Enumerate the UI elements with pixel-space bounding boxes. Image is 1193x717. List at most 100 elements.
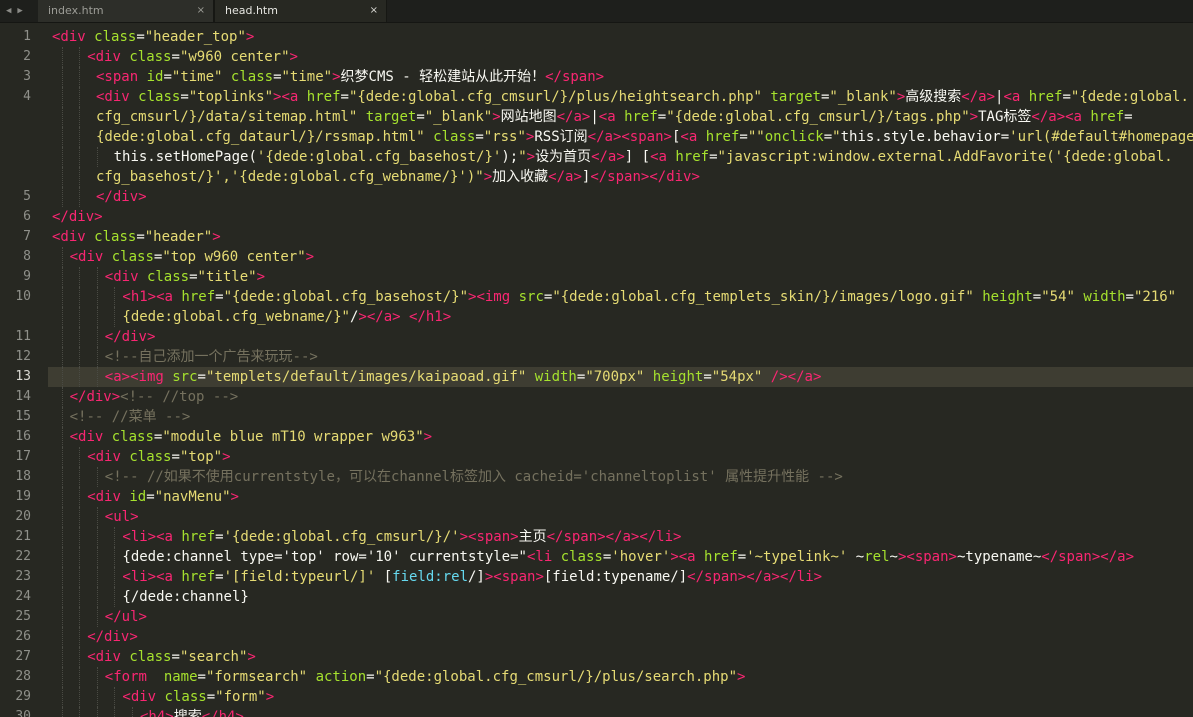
code-line[interactable]: <div class="form"> bbox=[122, 687, 274, 707]
code-token: > bbox=[212, 229, 221, 245]
tab-head-htm[interactable]: head.htm × bbox=[214, 0, 387, 22]
code-line[interactable]: cfg_cmsurl/}/data/sitemap.html" target="… bbox=[96, 107, 1133, 127]
code-line[interactable]: <div class="title"> bbox=[105, 267, 265, 287]
indent-guide bbox=[61, 687, 63, 707]
code-line[interactable]: {dede:channel type='top' row='10' curren… bbox=[122, 547, 1134, 567]
indent-guide bbox=[61, 627, 63, 647]
code-line[interactable]: <div class="w960 center"> bbox=[87, 47, 298, 67]
code-line[interactable]: <div id="navMenu"> bbox=[87, 487, 239, 507]
code-line[interactable]: <h1><a href="{dede:global.cfg_basehost/}… bbox=[122, 287, 1176, 307]
code-token: > bbox=[423, 429, 433, 445]
line-number: 7 bbox=[23, 229, 31, 244]
code-token: 'hover' bbox=[611, 549, 671, 565]
code-line[interactable]: </div> bbox=[52, 207, 103, 227]
code-line[interactable]: {dede:global.cfg_webname/}"/></a> </h1> bbox=[122, 307, 451, 327]
code-token: "header" bbox=[144, 229, 213, 245]
indent-guide bbox=[79, 287, 81, 307]
code-line[interactable]: <div class="header"> bbox=[52, 227, 221, 247]
close-icon[interactable]: × bbox=[370, 0, 378, 22]
indent-guide bbox=[114, 307, 116, 327]
code-token: = bbox=[215, 289, 224, 305]
code-line[interactable]: <div class="module blue mT10 wrapper w96… bbox=[70, 427, 432, 447]
code-token: </a> bbox=[746, 569, 780, 585]
code-line[interactable]: {dede:global.cfg_dataurl/}/rssmap.html" … bbox=[96, 127, 1193, 147]
code-token: > bbox=[247, 649, 256, 665]
code-token: /> bbox=[770, 369, 788, 385]
tab-forward-icon[interactable]: ▶ bbox=[17, 3, 22, 19]
code-line[interactable]: <div class="header_top"> bbox=[52, 27, 254, 47]
code-token: 搜索 bbox=[173, 709, 202, 717]
code-line[interactable]: <!-- //菜单 --> bbox=[70, 407, 191, 427]
code-token: width bbox=[534, 369, 577, 385]
tab-label: index.htm bbox=[48, 4, 104, 17]
indent-guide bbox=[61, 307, 63, 327]
code-token: class bbox=[230, 69, 274, 85]
code-line[interactable]: </div> bbox=[87, 627, 138, 647]
code-line[interactable]: <li><a href='{dede:global.cfg_cmsurl/}/'… bbox=[122, 527, 681, 547]
code-line[interactable]: <form name="formsearch" action="{dede:gl… bbox=[105, 667, 746, 687]
code-line[interactable]: </div><!-- //top --> bbox=[70, 387, 239, 407]
code-token: class bbox=[129, 449, 172, 465]
indent-guide bbox=[79, 367, 81, 387]
code-line[interactable]: </ul> bbox=[105, 607, 147, 627]
code-token: field:rel bbox=[392, 569, 468, 585]
line-number: 17 bbox=[15, 449, 31, 464]
code-token: > bbox=[289, 49, 298, 65]
code-token: <!-- //菜单 --> bbox=[69, 409, 191, 425]
code-token: " bbox=[832, 129, 841, 145]
code-line[interactable]: <a><img src="templets/default/images/kai… bbox=[105, 367, 822, 387]
code-token: "{dede:global.cfg_templets_skin/}/images… bbox=[552, 289, 974, 305]
indent-guide bbox=[79, 547, 81, 567]
close-icon[interactable]: × bbox=[197, 0, 205, 22]
code-area[interactable]: <div class="header_top"> <div class="w960… bbox=[52, 27, 1193, 717]
code-line[interactable]: <div class="search"> bbox=[87, 647, 256, 667]
code-line[interactable]: <ul> bbox=[105, 507, 139, 527]
indent-guide bbox=[79, 147, 81, 167]
code-line[interactable]: <h4>搜索</h4> bbox=[140, 707, 244, 717]
code-token: > bbox=[670, 549, 679, 565]
code-editor[interactable]: 1 2 3 4 5 6 7 8 9 10 11 12 13 14 15 16 17 18 19 20 21 22 23 24 2… bbox=[0, 27, 1193, 717]
code-token: </a> bbox=[591, 149, 625, 165]
code-token: </a> bbox=[587, 129, 622, 145]
code-token: = bbox=[215, 569, 224, 585]
code-line[interactable]: <div class="top"> bbox=[87, 447, 230, 467]
indent-guide bbox=[96, 527, 98, 547]
code-token: "search" bbox=[179, 649, 248, 665]
code-token: <div bbox=[52, 229, 86, 245]
tab-index-htm[interactable]: index.htm × bbox=[38, 0, 214, 22]
indent-guide bbox=[96, 687, 98, 707]
code-line[interactable]: cfg_basehost/}','{dede:global.cfg_webnam… bbox=[96, 167, 700, 187]
code-token: = bbox=[215, 529, 224, 545]
indent-guide bbox=[96, 347, 98, 367]
code-line[interactable]: this.setHomePage('{dede:global.cfg_baseh… bbox=[114, 147, 1173, 167]
code-token: <li bbox=[526, 549, 553, 565]
indent-guide bbox=[61, 547, 63, 567]
code-token: action bbox=[315, 669, 367, 685]
code-token: = bbox=[475, 129, 484, 145]
tab-back-icon[interactable]: ◀ bbox=[6, 3, 11, 19]
code-line[interactable]: <span id="time" class="time">织梦CMS - 轻松建… bbox=[96, 67, 604, 87]
code-token: = bbox=[340, 89, 349, 105]
code-line[interactable]: </div> bbox=[105, 327, 156, 347]
code-line[interactable]: <div class="top w960 center"> bbox=[70, 247, 314, 267]
code-line[interactable]: <!-- //如果不使用currentstyle，可以在channel标签加入 … bbox=[105, 467, 843, 487]
code-line[interactable]: {/dede:channel} bbox=[122, 587, 248, 607]
code-token: this.style.behavior= bbox=[840, 129, 1010, 145]
code-token: "templets/default/images/kaipaoad.gif" bbox=[205, 369, 527, 385]
code-line[interactable]: </div> bbox=[96, 187, 147, 207]
code-line[interactable]: <li><a href='[field:typeurl/]' [field:re… bbox=[122, 567, 822, 587]
code-token: <div bbox=[69, 429, 104, 445]
code-token: src bbox=[518, 289, 544, 305]
code-line[interactable]: <!--自己添加一个广告来玩玩--> bbox=[105, 347, 318, 367]
code-token: <img bbox=[476, 289, 511, 305]
code-token: = bbox=[180, 89, 189, 105]
code-line[interactable]: <div class="toplinks"><a href="{dede:glo… bbox=[96, 87, 1189, 107]
code-token: > bbox=[492, 109, 501, 125]
indent-guide bbox=[61, 447, 63, 467]
